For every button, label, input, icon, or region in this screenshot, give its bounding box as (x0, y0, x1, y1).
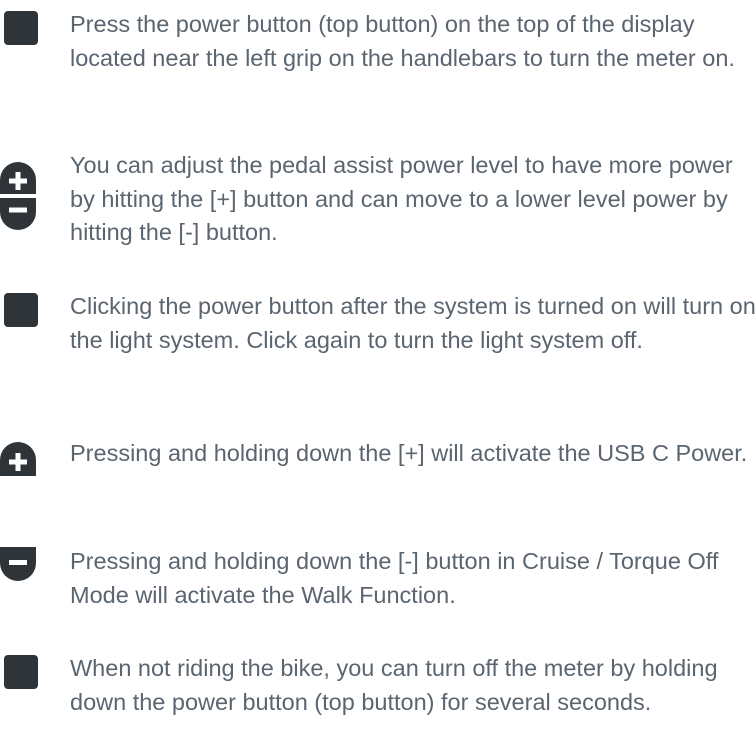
square-power-button-icon (4, 293, 38, 327)
instruction-text: Press the power button (top button) on t… (70, 11, 735, 71)
square-power-button-icon (4, 11, 38, 45)
minus-button-icon (0, 547, 36, 583)
instruction-text: When not riding the bike, you can turn o… (70, 655, 718, 715)
instruction-text: Pressing and holding down the [+] will a… (70, 440, 748, 466)
instruction-text: You can adjust the pedal assist power le… (70, 152, 733, 245)
plus-minus-buttons-icon (0, 158, 36, 234)
plus-button-icon (0, 440, 36, 476)
instruction-text: Pressing and holding down the [-] button… (70, 548, 719, 608)
square-power-button-icon (4, 655, 38, 689)
instruction-text: Clicking the power button after the syst… (70, 293, 755, 353)
